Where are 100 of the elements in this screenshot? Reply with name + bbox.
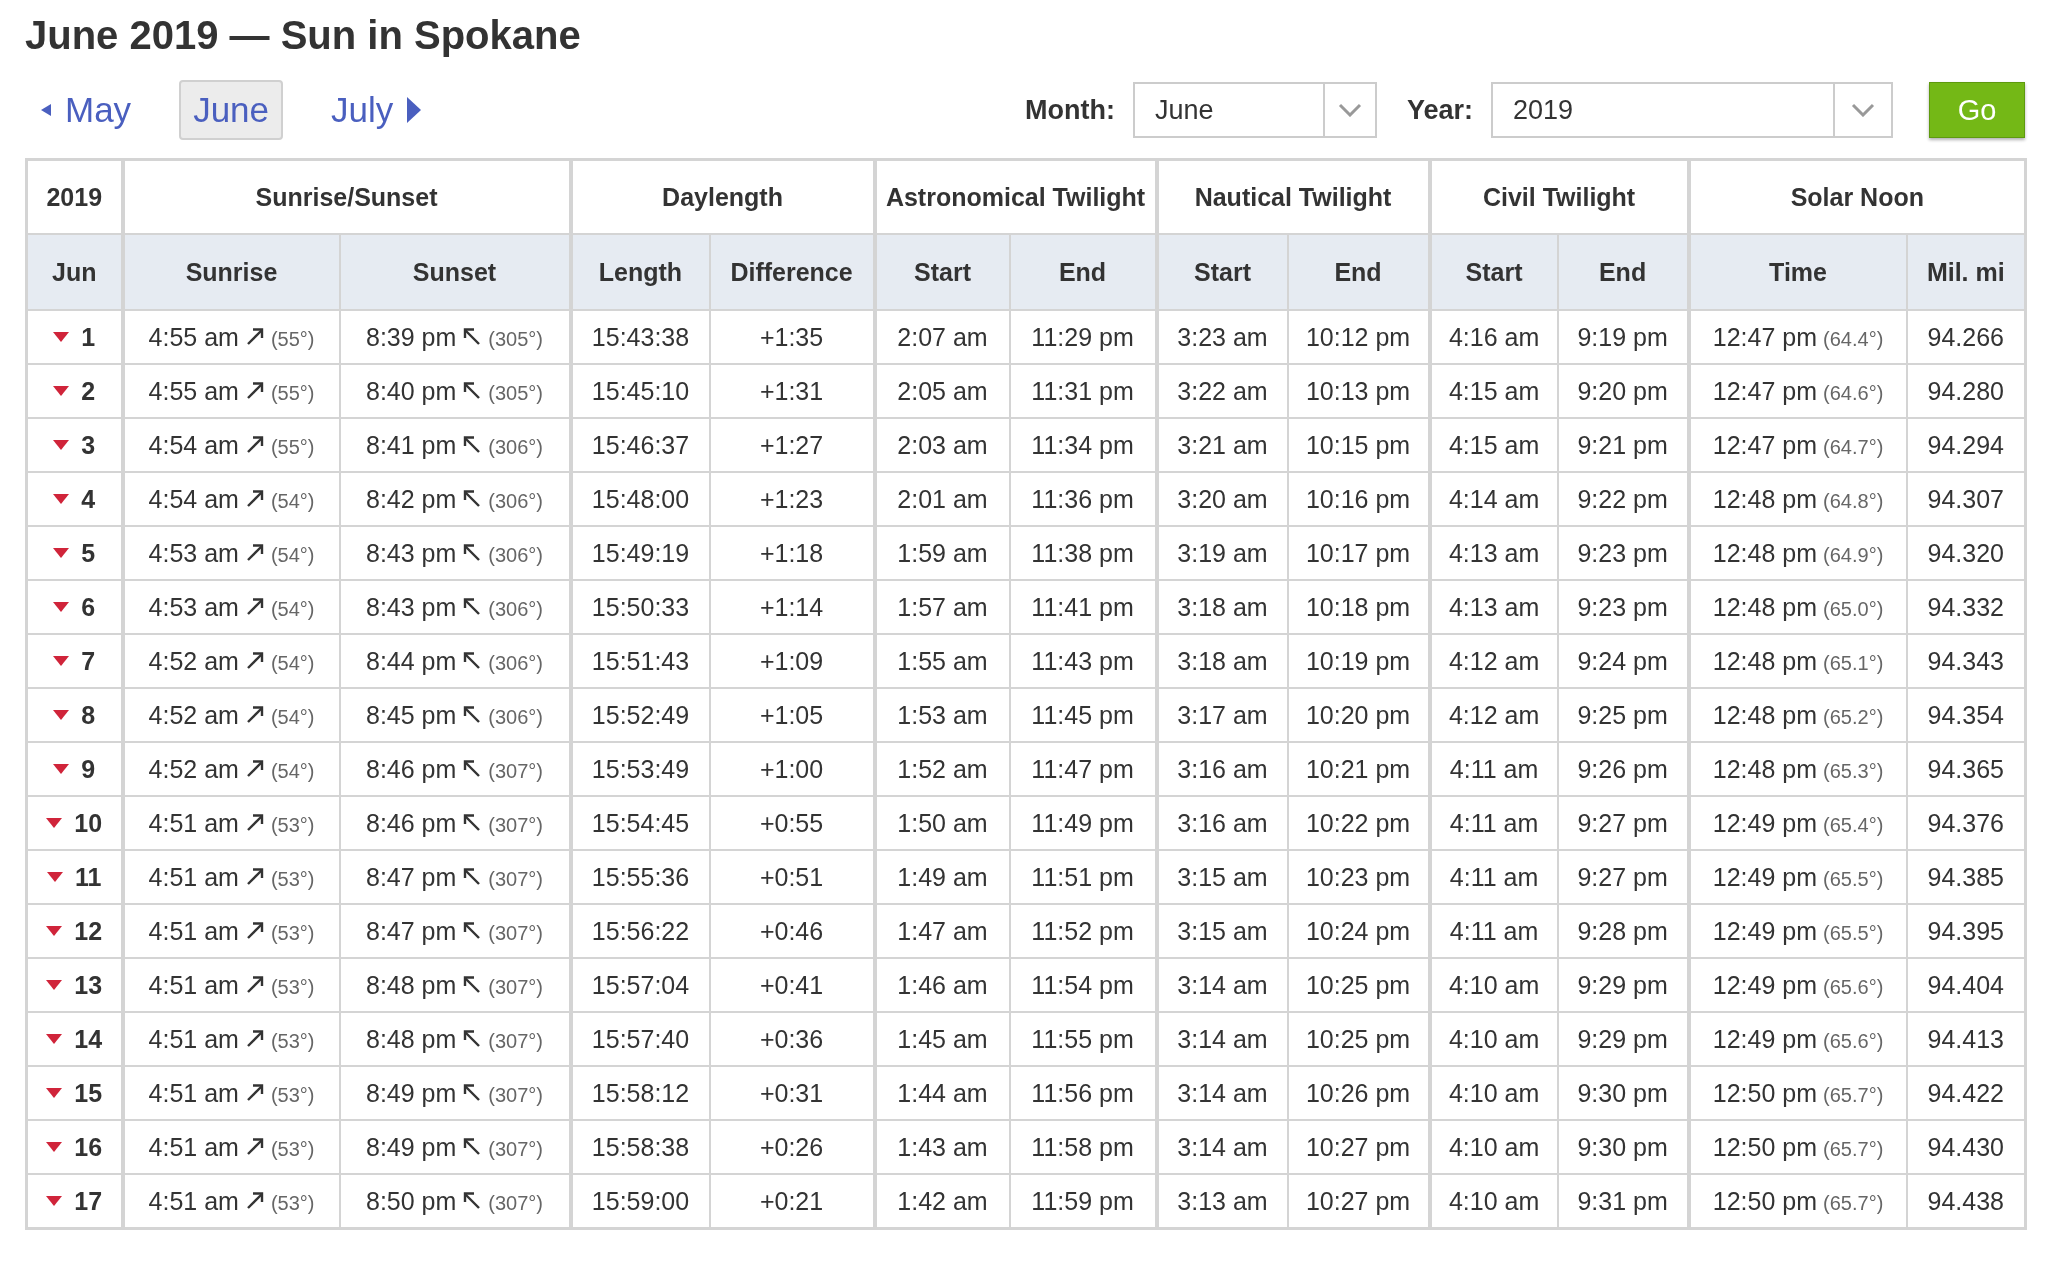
- column-header: Difference: [709, 234, 875, 310]
- table-cell: 1:49 am: [874, 850, 1010, 904]
- column-group-header: Civil Twilight: [1429, 159, 1689, 234]
- azimuth-text: (307°): [488, 1191, 543, 1215]
- caret-down-icon[interactable]: [46, 1088, 63, 1098]
- table-cell: 1:53 am: [874, 688, 1010, 742]
- time-text: 4:51 am: [148, 1024, 239, 1054]
- azimuth-text: (307°): [488, 921, 543, 945]
- day-number: 14: [74, 1024, 103, 1054]
- table-cell: 4:12 am: [1429, 688, 1558, 742]
- table-cell: 3:13 am: [1156, 1174, 1288, 1229]
- table-cell: 15:57:04: [570, 958, 710, 1012]
- table-cell: 4:11 am: [1429, 850, 1558, 904]
- table-cell: 2:07 am: [874, 310, 1010, 364]
- azimuth-text: (306°): [488, 435, 543, 459]
- table-cell: 1:52 am: [874, 742, 1010, 796]
- caret-down-icon[interactable]: [53, 602, 70, 612]
- azimuth-text: (307°): [488, 867, 543, 891]
- time-text: 8:48 pm: [366, 970, 457, 1000]
- azimuth-text: (54°): [270, 705, 315, 729]
- table-cell: 3:14 am: [1156, 1066, 1288, 1120]
- table-cell: 4:15 am: [1429, 364, 1558, 418]
- caret-down-icon[interactable]: [46, 1034, 63, 1044]
- azimuth-text: (54°): [270, 543, 315, 567]
- time-text: 8:39 pm: [366, 322, 457, 352]
- time-text: 4:52 am: [148, 646, 239, 676]
- altitude-text: (65.5°): [1823, 867, 1884, 891]
- time-text: 12:48 pm: [1712, 754, 1818, 784]
- month-label: Month:: [1025, 94, 1115, 126]
- month-link[interactable]: May: [25, 80, 146, 140]
- chevron-down-icon: [1851, 103, 1875, 117]
- time-text: 12:47 pm: [1712, 322, 1818, 352]
- altitude-text: (65.7°): [1823, 1137, 1884, 1161]
- azimuth-text: (53°): [270, 921, 315, 945]
- table-cell: 1:46 am: [874, 958, 1010, 1012]
- time-text: 12:50 pm: [1712, 1078, 1818, 1108]
- caret-down-icon[interactable]: [53, 710, 70, 720]
- table-cell: 15:48:00: [570, 472, 710, 526]
- caret-down-icon[interactable]: [46, 818, 63, 828]
- table-cell: 4:16 am: [1429, 310, 1558, 364]
- time-text: 12:48 pm: [1712, 484, 1818, 514]
- caret-down-icon[interactable]: [47, 872, 64, 882]
- table-cell: 4:12 am: [1429, 634, 1558, 688]
- time-text: 12:48 pm: [1712, 592, 1818, 622]
- caret-down-icon[interactable]: [46, 980, 63, 990]
- table-cell: 3:16 am: [1156, 742, 1288, 796]
- time-text: 4:53 am: [148, 538, 239, 568]
- time-text: 12:48 pm: [1712, 646, 1818, 676]
- day-number: 9: [81, 754, 96, 784]
- time-text: 8:42 pm: [366, 484, 457, 514]
- table-cell: 4:10 am: [1429, 958, 1558, 1012]
- azimuth-text: (53°): [270, 867, 315, 891]
- caret-down-icon[interactable]: [53, 548, 70, 558]
- table-cell: 1:59 am: [874, 526, 1010, 580]
- column-group-header: Solar Noon: [1688, 159, 2026, 234]
- time-text: 8:45 pm: [366, 700, 457, 730]
- caret-down-icon[interactable]: [53, 440, 70, 450]
- column-group-header: Daylength: [570, 159, 875, 234]
- month-link[interactable]: July: [317, 80, 436, 140]
- time-text: 12:49 pm: [1712, 970, 1818, 1000]
- azimuth-text: (55°): [270, 327, 315, 351]
- azimuth-text: (53°): [270, 1083, 315, 1107]
- caret-down-icon[interactable]: [46, 926, 63, 936]
- caret-down-icon[interactable]: [53, 656, 70, 666]
- azimuth-text: (305°): [488, 327, 543, 351]
- year-select[interactable]: 2019: [1491, 82, 1893, 138]
- day-number: 16: [74, 1132, 103, 1162]
- year-label: Year:: [1406, 94, 1473, 126]
- column-header: Sunrise: [122, 234, 340, 310]
- table-cell: 15:53:49: [570, 742, 710, 796]
- caret-down-icon[interactable]: [53, 386, 70, 396]
- table-cell: 3:20 am: [1156, 472, 1288, 526]
- month-link[interactable]: June: [179, 80, 284, 140]
- day-number: 12: [74, 916, 103, 946]
- caret-down-icon[interactable]: [53, 494, 70, 504]
- time-text: 4:51 am: [148, 916, 239, 946]
- azimuth-text: (307°): [488, 1137, 543, 1161]
- table-cell: 15:52:49: [570, 688, 710, 742]
- time-text: 8:43 pm: [366, 592, 457, 622]
- time-text: 4:54 am: [148, 484, 239, 514]
- caret-down-icon[interactable]: [53, 764, 70, 774]
- month-select[interactable]: June: [1132, 82, 1377, 138]
- table-cell: 3:16 am: [1156, 796, 1288, 850]
- day-number: 8: [81, 700, 96, 730]
- time-text: 4:52 am: [148, 754, 239, 784]
- time-text: 8:48 pm: [366, 1024, 457, 1054]
- caret-down-icon[interactable]: [46, 1196, 63, 1206]
- table-cell: 3:14 am: [1156, 958, 1288, 1012]
- table-cell: 1:55 am: [874, 634, 1010, 688]
- caret-down-icon[interactable]: [46, 1142, 63, 1152]
- day-number: 15: [74, 1078, 103, 1108]
- table-cell: 2:05 am: [874, 364, 1010, 418]
- azimuth-text: (306°): [488, 543, 543, 567]
- azimuth-text: (54°): [270, 759, 315, 783]
- caret-down-icon[interactable]: [53, 332, 70, 342]
- azimuth-text: (53°): [270, 975, 315, 999]
- azimuth-text: (306°): [488, 705, 543, 729]
- table-cell: 3:23 am: [1156, 310, 1288, 364]
- table-cell: 4:11 am: [1429, 796, 1558, 850]
- altitude-text: (65.2°): [1823, 705, 1884, 729]
